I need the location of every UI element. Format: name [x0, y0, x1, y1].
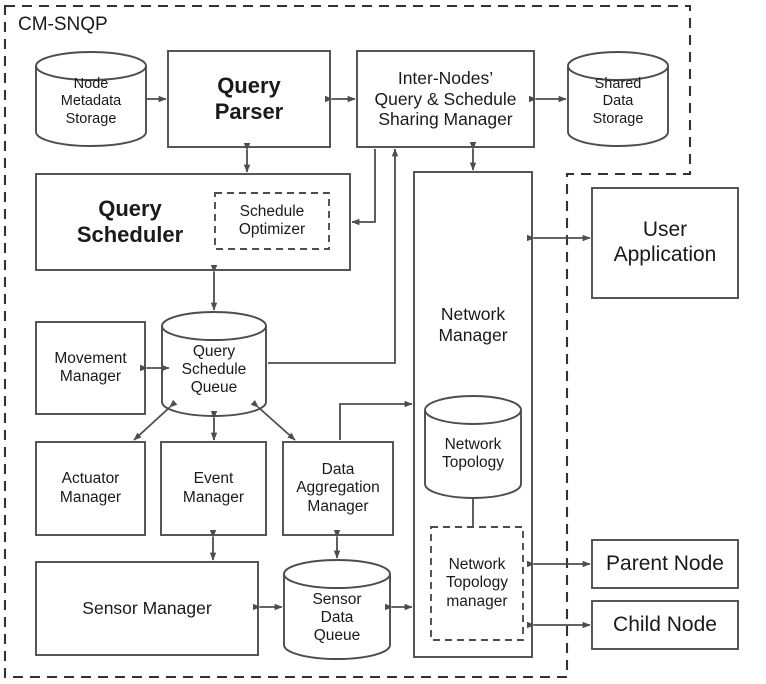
node-metadata-storage-shape [35, 51, 147, 147]
actuator-manager-shape [35, 441, 146, 536]
network-topology-shape [424, 395, 522, 499]
conn-queue-to-internodes [268, 148, 399, 364]
network-topology-manager-shape [430, 526, 524, 641]
query-parser-shape [167, 50, 331, 148]
architecture-diagram: CM-SNQP Node Metadata Storage Query Pars… [0, 0, 766, 684]
parent-node-shape [591, 539, 739, 589]
data-aggregation-manager-shape [282, 441, 394, 536]
conn-internodes-to-scheduler [351, 149, 376, 226]
conn-queue-to-dataagg [250, 399, 296, 441]
diagram-canvas [3, 4, 739, 679]
event-manager-shape [160, 441, 267, 536]
conn-queue-to-actuator [133, 399, 178, 441]
shared-data-storage-shape [567, 51, 669, 147]
schedule-optimizer-shape [214, 192, 330, 250]
query-schedule-queue-shape [161, 311, 267, 417]
sensor-manager-shape [35, 561, 259, 656]
inter-nodes-manager-shape [356, 50, 535, 148]
movement-manager-shape [35, 321, 146, 415]
group-title-cm-snqp: CM-SNQP [18, 14, 108, 35]
sensor-data-queue-shape [283, 559, 391, 660]
query-scheduler-shape [35, 173, 351, 271]
conn-dataagg-to-network [339, 400, 413, 440]
cm-snqp-boundary [3, 4, 692, 679]
user-application-shape [591, 187, 739, 299]
child-node-shape [591, 600, 739, 650]
